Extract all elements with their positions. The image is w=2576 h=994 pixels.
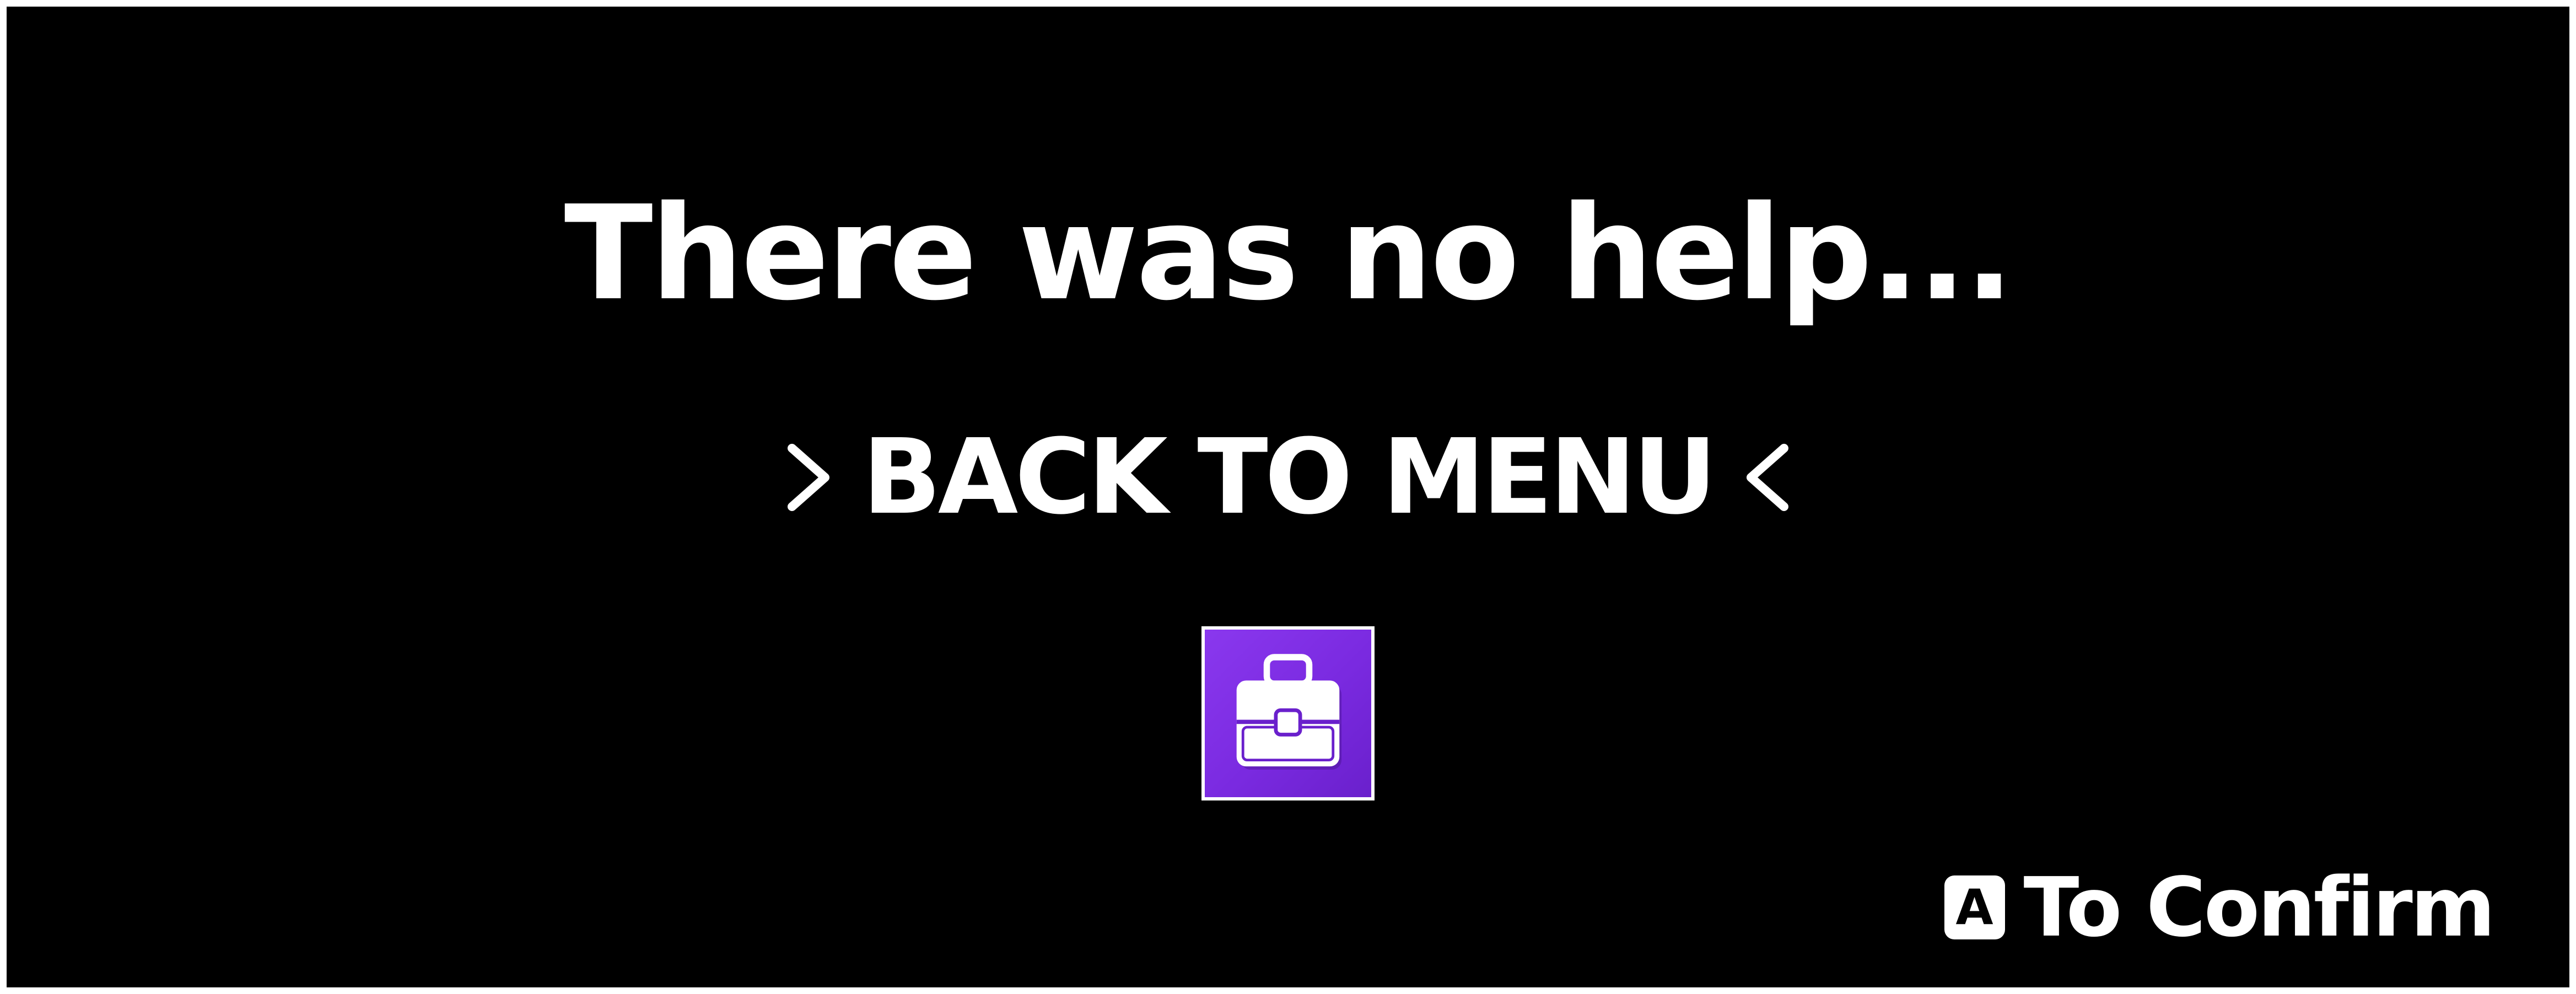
- back-to-menu-label: BACK TO MENU: [862, 417, 1717, 538]
- a-button-icon: A: [1944, 875, 2005, 939]
- outcome-message: There was no help...: [564, 178, 2014, 329]
- chevron-right-icon: [780, 436, 840, 519]
- game-over-screen: There was no help... BACK TO MENU A To C…: [7, 7, 2569, 987]
- confirm-label: To Confirm: [2023, 860, 2496, 955]
- item-slot: [1201, 626, 1375, 800]
- chevron-left-icon: [1736, 436, 1796, 519]
- confirm-prompt: A To Confirm: [1944, 867, 2496, 948]
- briefcase-icon: [1236, 654, 1342, 770]
- back-to-menu-option[interactable]: BACK TO MENU: [7, 426, 2569, 529]
